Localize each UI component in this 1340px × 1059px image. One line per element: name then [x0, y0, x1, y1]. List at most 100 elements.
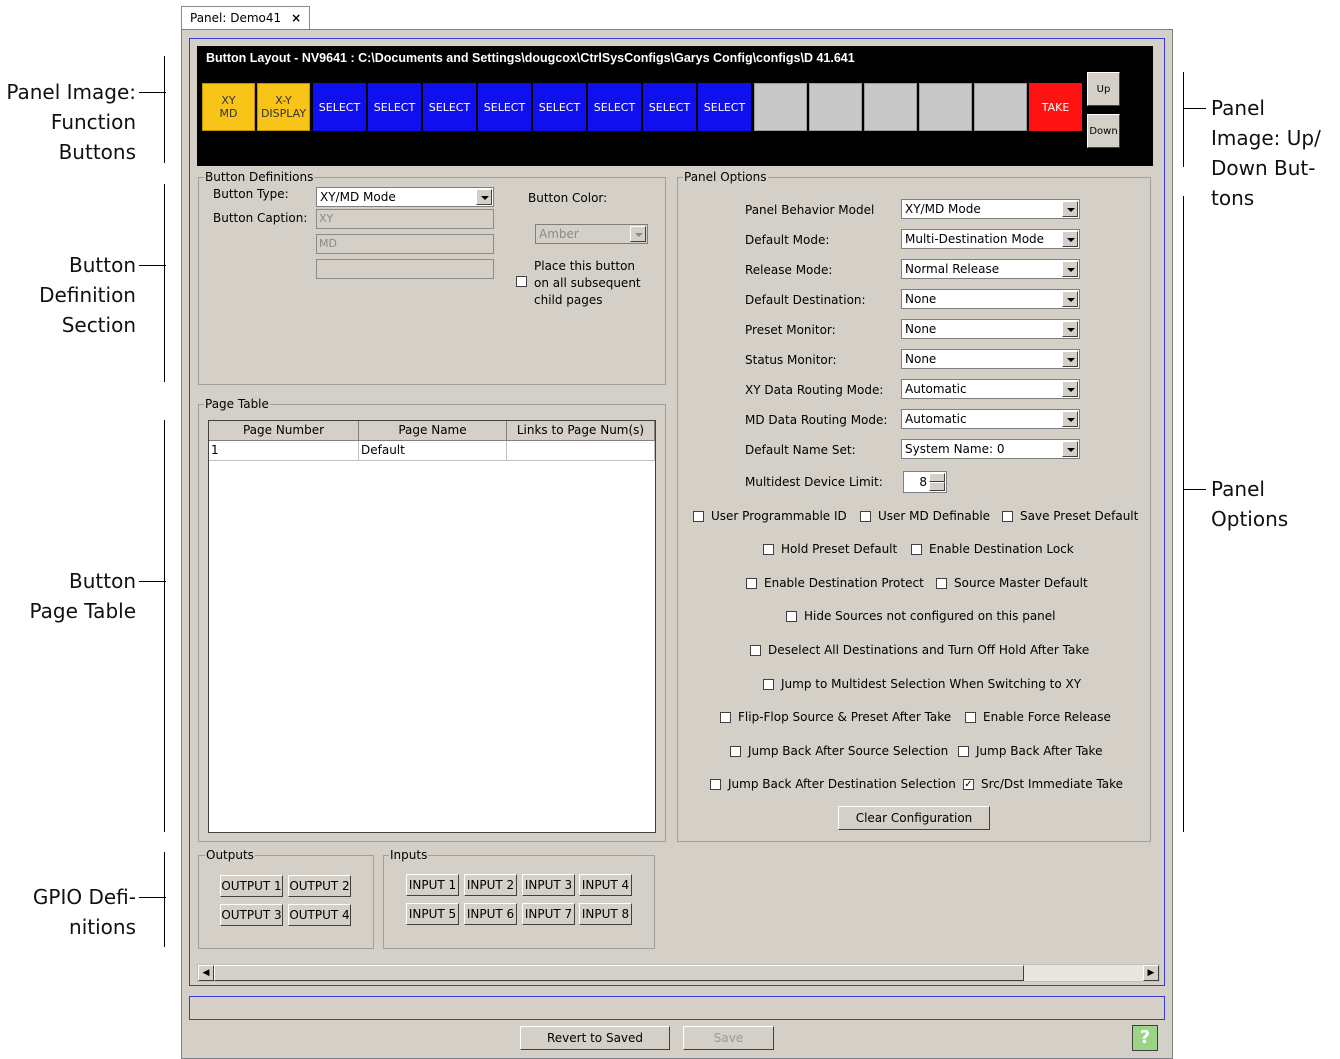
- option-select[interactable]: Multi-Destination Mode: [901, 229, 1080, 249]
- panel-function-button[interactable]: SELECT: [643, 83, 696, 131]
- button-caption-line-1[interactable]: XY: [316, 209, 494, 229]
- chevron-down-icon[interactable]: [1062, 441, 1078, 457]
- panel-function-button[interactable]: TAKE: [1029, 83, 1082, 131]
- annotation-leader: [1183, 489, 1206, 490]
- close-icon[interactable]: ×: [291, 11, 301, 25]
- option-checkbox[interactable]: [860, 511, 871, 522]
- gpio-input-button[interactable]: INPUT 7: [522, 903, 575, 925]
- panel-function-button[interactable]: SELECT: [533, 83, 586, 131]
- chevron-down-icon[interactable]: [1062, 351, 1078, 367]
- annotation-bracket: [1183, 196, 1184, 832]
- panel-function-button[interactable]: SELECT: [423, 83, 476, 131]
- option-checkbox[interactable]: ✓: [963, 779, 974, 790]
- button-color-select[interactable]: Amber: [535, 224, 648, 244]
- annotation-gpio-definitions: GPIO Defi- nitions: [0, 882, 136, 942]
- chevron-down-icon[interactable]: [1062, 201, 1078, 217]
- chevron-down-icon[interactable]: [1062, 291, 1078, 307]
- option-checkbox[interactable]: [911, 544, 922, 555]
- panel-function-button[interactable]: [754, 83, 807, 131]
- horizontal-scrollbar[interactable]: ◀ ▶: [197, 964, 1160, 982]
- outputs-legend: Outputs: [205, 848, 255, 862]
- chevron-down-icon[interactable]: [1062, 381, 1078, 397]
- option-checkbox[interactable]: [936, 578, 947, 589]
- option-checkbox[interactable]: [965, 712, 976, 723]
- option-select[interactable]: Automatic: [901, 379, 1080, 399]
- button-caption-line-2[interactable]: MD: [316, 234, 494, 254]
- scroll-left-icon[interactable]: ◀: [198, 965, 214, 981]
- gpio-input-button[interactable]: INPUT 4: [579, 874, 632, 896]
- gpio-input-button[interactable]: INPUT 8: [579, 903, 632, 925]
- option-select[interactable]: Automatic: [901, 409, 1080, 429]
- option-checkbox[interactable]: [750, 645, 761, 656]
- option-select[interactable]: None: [901, 319, 1080, 339]
- column-header-page-name[interactable]: Page Name: [359, 421, 507, 441]
- panel-function-button[interactable]: [809, 83, 862, 131]
- option-checkbox-label: Hide Sources not configured on this pane…: [804, 609, 1056, 623]
- page-table[interactable]: Page Number Page Name Links to Page Num(…: [208, 420, 656, 833]
- panel-function-button[interactable]: SELECT: [588, 83, 641, 131]
- chevron-down-icon[interactable]: [1062, 261, 1078, 277]
- scroll-thumb[interactable]: [214, 965, 1024, 981]
- gpio-input-button[interactable]: INPUT 6: [464, 903, 517, 925]
- panel-function-button[interactable]: [919, 83, 972, 131]
- panel-function-button[interactable]: [974, 83, 1027, 131]
- option-checkbox-label: Save Preset Default: [1020, 509, 1139, 523]
- panel-function-button[interactable]: SELECT: [478, 83, 531, 131]
- tab-panel-demo41[interactable]: Panel: Demo41 ×: [181, 6, 311, 29]
- column-header-page-number[interactable]: Page Number: [209, 421, 359, 441]
- option-select[interactable]: System Name: 0: [901, 439, 1080, 459]
- option-checkbox[interactable]: [730, 746, 741, 757]
- option-checkbox[interactable]: [958, 746, 969, 757]
- option-select[interactable]: None: [901, 349, 1080, 369]
- panel-down-button[interactable]: Down: [1087, 114, 1120, 148]
- panel-function-button[interactable]: [864, 83, 917, 131]
- option-checkbox[interactable]: [786, 611, 797, 622]
- panel-function-button[interactable]: SELECT: [368, 83, 421, 131]
- gpio-input-button[interactable]: INPUT 3: [522, 874, 575, 896]
- option-checkbox[interactable]: [1002, 511, 1013, 522]
- tab-label: Panel: Demo41: [190, 11, 282, 25]
- button-caption-line-3[interactable]: [316, 259, 494, 279]
- table-cell-page-number[interactable]: 1: [209, 441, 359, 461]
- table-cell-page-name[interactable]: Default: [359, 441, 507, 461]
- panel-function-button[interactable]: X-Y DISPLAY: [257, 83, 310, 131]
- revert-to-saved-button[interactable]: Revert to Saved: [520, 1026, 670, 1050]
- table-cell-links[interactable]: [507, 441, 655, 461]
- clear-configuration-button[interactable]: Clear Configuration: [838, 806, 990, 830]
- panel-function-button[interactable]: SELECT: [313, 83, 366, 131]
- annotation-leader: [139, 92, 166, 93]
- save-button[interactable]: Save: [683, 1026, 774, 1050]
- chevron-down-icon[interactable]: [1062, 411, 1078, 427]
- column-header-links[interactable]: Links to Page Num(s): [507, 421, 655, 441]
- option-checkbox[interactable]: [693, 511, 704, 522]
- gpio-input-button[interactable]: INPUT 5: [406, 903, 459, 925]
- place-on-child-pages-checkbox[interactable]: [516, 276, 527, 287]
- gpio-output-button[interactable]: OUTPUT 2: [288, 875, 351, 897]
- chevron-down-icon[interactable]: [476, 189, 492, 205]
- option-select[interactable]: Normal Release: [901, 259, 1080, 279]
- gpio-input-button[interactable]: INPUT 1: [406, 874, 459, 896]
- option-select[interactable]: XY/MD Mode: [901, 199, 1080, 219]
- chevron-down-icon[interactable]: [1062, 231, 1078, 247]
- spinner-down-icon[interactable]: [929, 482, 945, 491]
- gpio-output-button[interactable]: OUTPUT 1: [220, 875, 283, 897]
- button-type-select[interactable]: XY/MD Mode: [316, 187, 494, 207]
- option-checkbox[interactable]: [746, 578, 757, 589]
- option-checkbox[interactable]: [710, 779, 721, 790]
- gpio-output-button[interactable]: OUTPUT 3: [220, 904, 283, 926]
- spinner-up-icon[interactable]: [929, 473, 945, 482]
- option-checkbox[interactable]: [720, 712, 731, 723]
- scroll-right-icon[interactable]: ▶: [1143, 965, 1159, 981]
- option-select[interactable]: None: [901, 289, 1080, 309]
- gpio-input-button[interactable]: INPUT 2: [464, 874, 517, 896]
- option-checkbox[interactable]: [763, 679, 774, 690]
- chevron-down-icon[interactable]: [630, 226, 646, 242]
- option-checkbox[interactable]: [763, 544, 774, 555]
- multidest-limit-spinner[interactable]: 8: [903, 471, 947, 493]
- panel-function-button[interactable]: XY MD: [202, 83, 255, 131]
- help-icon[interactable]: ?: [1132, 1025, 1158, 1051]
- gpio-output-button[interactable]: OUTPUT 4: [288, 904, 351, 926]
- panel-up-button[interactable]: Up: [1087, 72, 1120, 106]
- panel-function-button[interactable]: SELECT: [698, 83, 751, 131]
- chevron-down-icon[interactable]: [1062, 321, 1078, 337]
